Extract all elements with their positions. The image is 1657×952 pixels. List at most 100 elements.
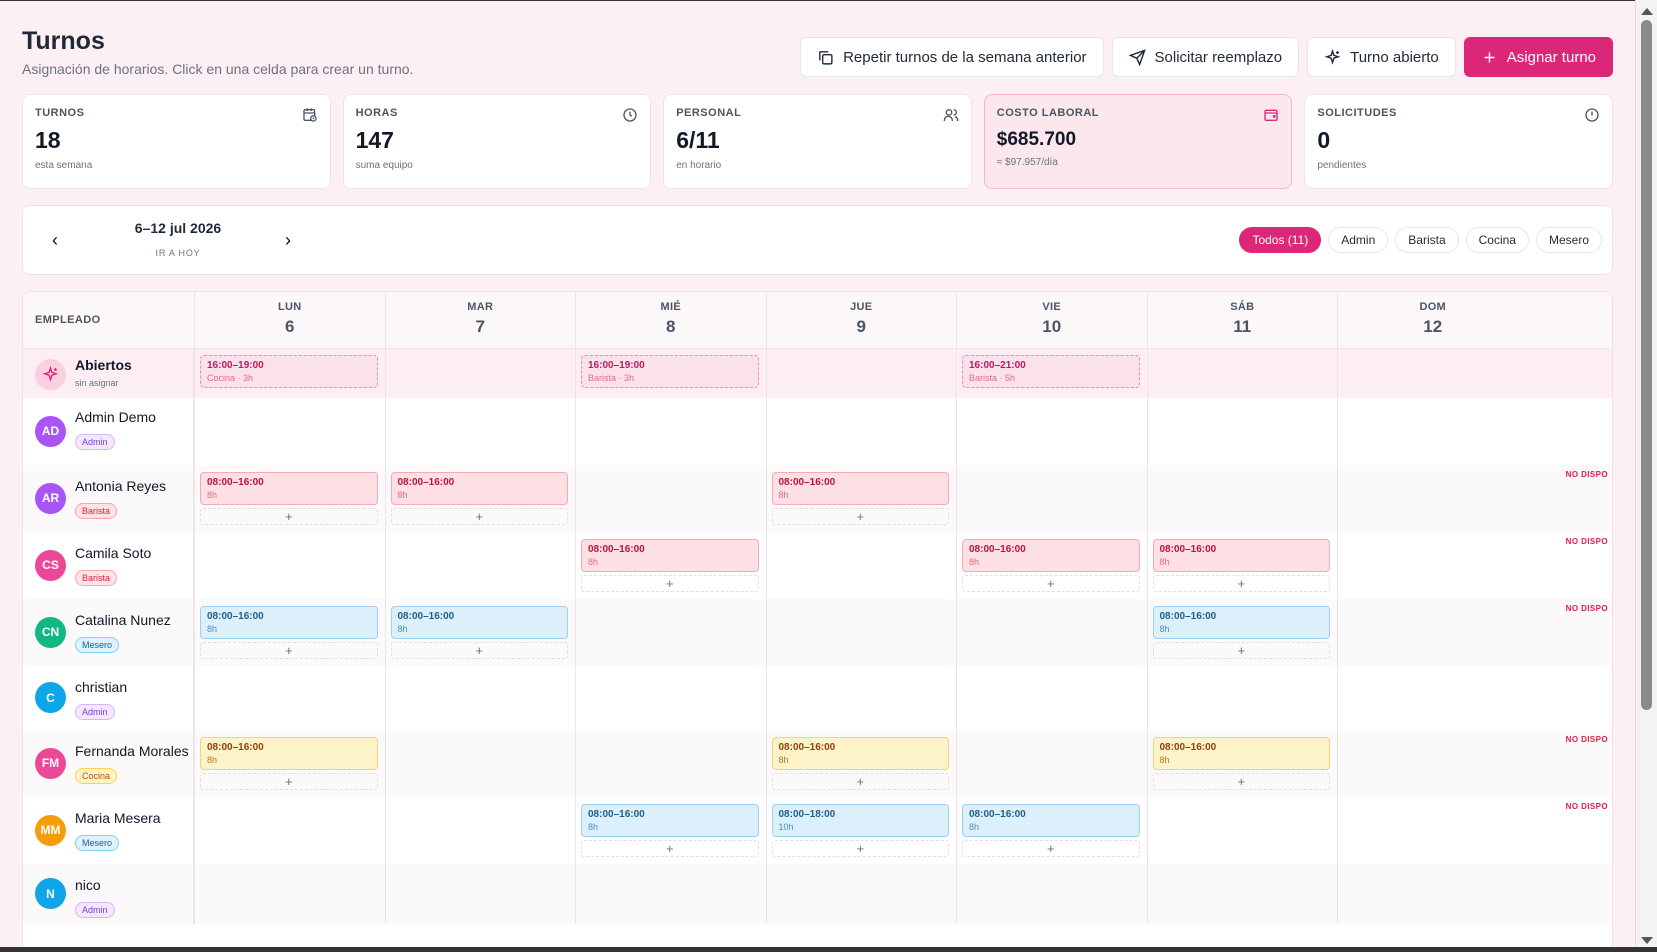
add-shift-button[interactable]: +	[1152, 642, 1330, 659]
shift-card[interactable]: 08:00–16:00 8h	[771, 737, 949, 770]
shift-card[interactable]: 08:00–16:00 8h	[200, 472, 378, 505]
repeat-week-button[interactable]: Repetir turnos de la semana anterior	[800, 37, 1104, 77]
add-shift-button[interactable]: +	[581, 840, 759, 857]
filter-chip-mesero[interactable]: Mesero	[1535, 227, 1602, 253]
column-divider	[194, 599, 195, 666]
wallet-icon	[1264, 109, 1279, 121]
header-actions: Repetir turnos de la semana anterior Sol…	[800, 37, 1613, 77]
shift-card[interactable]: 16:00–19:00 Cocina · 3h	[200, 355, 378, 388]
employee-name[interactable]: Fernanda Morales	[75, 743, 189, 759]
add-shift-button[interactable]: +	[390, 508, 568, 525]
employee-name[interactable]: christian	[75, 679, 127, 695]
add-shift-button[interactable]: +	[390, 642, 568, 659]
employee-name[interactable]: Catalina Nunez	[75, 612, 171, 628]
shift-card[interactable]: 08:00–18:00 10h	[771, 804, 949, 837]
column-divider	[384, 797, 386, 864]
day-header-3: JUE 9	[765, 292, 957, 349]
sparkles-icon	[1324, 48, 1341, 65]
avatar: CS	[35, 549, 66, 581]
column-divider	[765, 666, 767, 730]
column-divider	[575, 398, 576, 465]
go-today-link[interactable]: IR A HOY	[118, 248, 238, 258]
scroll-up-icon[interactable]	[1641, 8, 1653, 15]
add-shift-button[interactable]: +	[771, 840, 949, 857]
shift-detail: 8h	[588, 822, 599, 832]
shift-time: 08:00–16:00	[207, 477, 264, 488]
page: Turnos Asignación de horarios. Click en …	[0, 0, 1635, 947]
open-shift-button[interactable]: Turno abierto	[1307, 37, 1456, 77]
shift-card[interactable]: 08:00–16:00 8h	[1152, 606, 1330, 639]
day-name: MIÉ	[660, 301, 681, 313]
alert-circle-icon	[1585, 108, 1599, 122]
column-divider	[765, 864, 767, 924]
add-shift-button[interactable]: +	[1152, 773, 1330, 790]
employee-name[interactable]: nico	[75, 877, 101, 893]
day-header-2: MIÉ 8	[575, 292, 766, 349]
scroll-down-icon[interactable]	[1641, 937, 1653, 944]
shift-card[interactable]: 16:00–19:00 Barista · 3h	[581, 355, 759, 388]
shift-detail: 8h	[778, 490, 789, 500]
shift-card[interactable]: 08:00–16:00 8h	[1152, 737, 1330, 770]
shift-card[interactable]: 08:00–16:00 8h	[962, 539, 1140, 572]
shift-card[interactable]: 16:00–21:00 Barista · 5h	[962, 355, 1140, 388]
add-shift-button[interactable]: +	[200, 773, 378, 790]
stat-hint: pendientes	[1317, 160, 1367, 171]
shift-card[interactable]: 08:00–16:00 8h	[390, 606, 568, 639]
employee-name[interactable]: Maria Mesera	[75, 810, 161, 826]
avatar: FM	[35, 747, 66, 779]
add-shift-button[interactable]: +	[962, 840, 1140, 857]
column-divider	[765, 532, 767, 599]
assign-shift-button[interactable]: Asignar turno	[1463, 37, 1613, 77]
add-shift-button[interactable]: +	[200, 642, 378, 659]
add-shift-button[interactable]: +	[200, 508, 378, 525]
day-number: 10	[1042, 317, 1062, 336]
request-replacement-button[interactable]: Solicitar reemplazo	[1111, 37, 1300, 77]
column-divider	[1146, 599, 1148, 666]
shift-card[interactable]: 08:00–16:00 8h	[771, 472, 949, 505]
column-divider	[1146, 864, 1148, 924]
shift-card[interactable]: 08:00–16:00 8h	[1152, 539, 1330, 572]
day-name: MAR	[467, 301, 494, 313]
shift-card[interactable]: 08:00–16:00 8h	[962, 804, 1140, 837]
filter-chip-admin[interactable]: Admin	[1328, 227, 1389, 253]
column-divider	[956, 864, 957, 924]
employee-row: AR Antonia Reyes Barista 08:00–16:00 8h +08:0…	[23, 465, 1612, 532]
shift-card[interactable]: 08:00–16:00 8h	[390, 472, 568, 505]
add-shift-button[interactable]: +	[771, 508, 949, 525]
chevron-right-icon[interactable]: ›	[278, 230, 298, 250]
shift-time: 08:00–18:00	[778, 809, 836, 820]
shift-card[interactable]: 08:00–16:00 8h	[581, 804, 759, 837]
day-name: JUE	[850, 301, 873, 313]
employee-row: MM Maria Mesera Mesero 08:00–16:00 8h +08:00–…	[23, 797, 1612, 864]
employee-name[interactable]: Antonia Reyes	[75, 478, 166, 494]
column-divider	[194, 398, 195, 465]
add-shift-button[interactable]: +	[1152, 575, 1330, 592]
employee-cell: FM Fernanda Morales Cocina	[23, 730, 194, 797]
sparkles-icon	[35, 359, 66, 390]
scrollbar-thumb[interactable]	[1641, 20, 1652, 710]
filter-chip-cocina[interactable]: Cocina	[1465, 227, 1529, 253]
add-shift-button[interactable]: +	[962, 575, 1140, 592]
day-number: 6	[285, 317, 295, 336]
stat-label: SOLICITUDES	[1317, 107, 1397, 119]
employee-row: CS Camila Soto Barista 08:00–16:00 8h +08:00–…	[23, 532, 1612, 599]
stat-hint: esta semana	[35, 160, 93, 171]
day-header-4: VIE 10	[956, 292, 1147, 349]
add-shift-button[interactable]: +	[771, 773, 949, 790]
avatar: N	[35, 878, 66, 909]
vertical-scrollbar[interactable]	[1635, 0, 1657, 952]
employee-name[interactable]: Camila Soto	[75, 545, 151, 561]
stat-card-costo: COSTO LABORAL $685.700 ≈ $97.957/día	[983, 94, 1293, 189]
shift-card[interactable]: 08:00–16:00 8h	[200, 737, 378, 770]
unavailable-label: NO DISPO	[1565, 537, 1608, 546]
shift-card[interactable]: 08:00–16:00 8h	[200, 606, 378, 639]
shift-card[interactable]: 08:00–16:00 8h	[581, 539, 759, 572]
add-shift-button[interactable]: +	[581, 575, 759, 592]
day-number: 11	[1233, 317, 1252, 336]
chevron-left-icon[interactable]: ‹	[45, 230, 65, 250]
filter-chip-todos[interactable]: Todos (11)	[1239, 227, 1322, 253]
column-divider	[575, 532, 576, 599]
column-divider	[765, 730, 767, 797]
filter-chip-barista[interactable]: Barista	[1395, 227, 1459, 253]
employee-name[interactable]: Admin Demo	[75, 409, 156, 425]
